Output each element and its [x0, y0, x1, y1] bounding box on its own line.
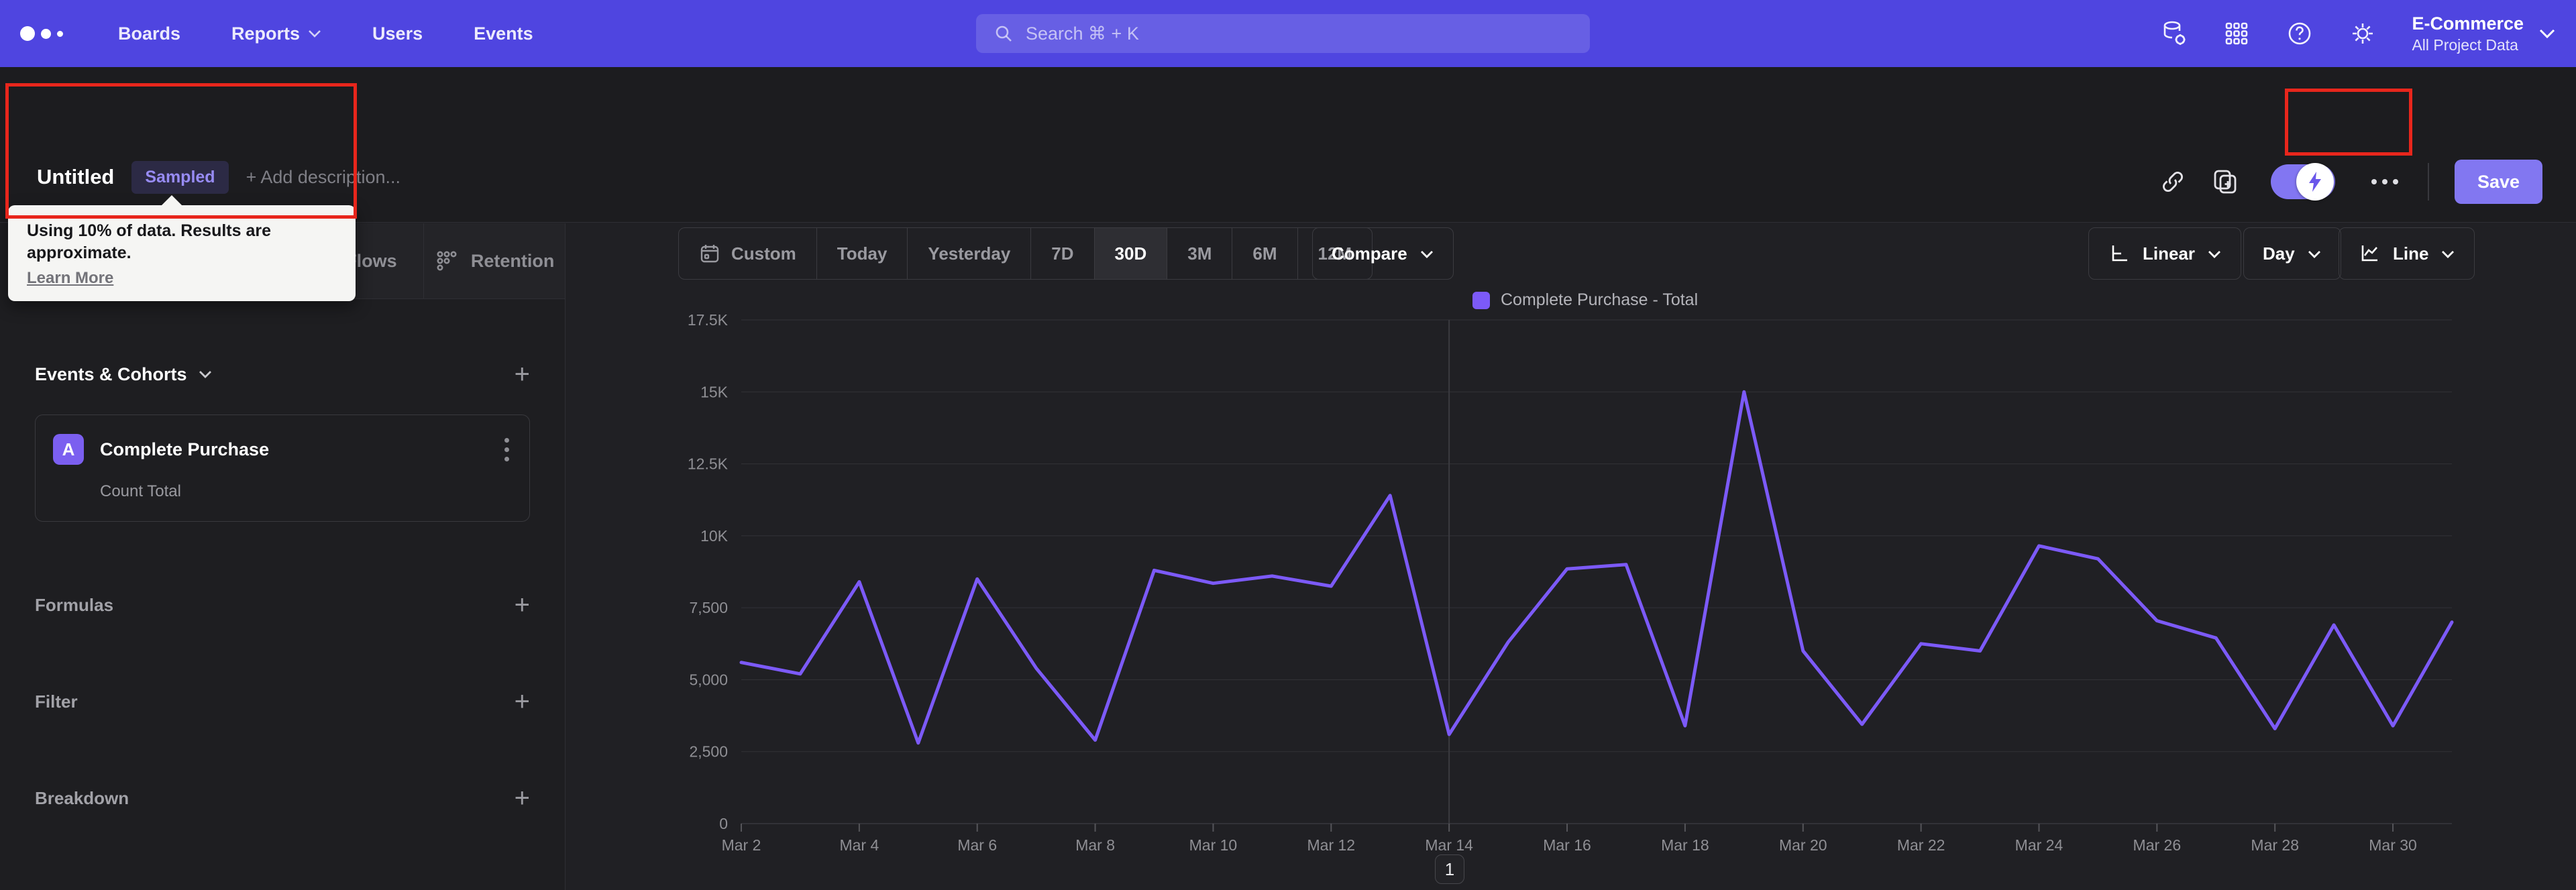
- data-management-icon[interactable]: [2159, 19, 2188, 48]
- save-button[interactable]: Save: [2454, 160, 2542, 204]
- report-header: Untitled Sampled + Add description... Sa…: [0, 67, 2576, 301]
- x-axis-tick: Mar 22: [1897, 836, 1945, 854]
- project-switcher[interactable]: E-Commerce All Project Data: [2412, 13, 2556, 55]
- mixpanel-insights-report: Boards Reports Users Events Search ⌘ + K E-…: [0, 0, 2576, 890]
- copy-report-icon[interactable]: [2212, 168, 2239, 195]
- nav-link-label: Users: [372, 23, 423, 44]
- more-options-button[interactable]: [2367, 175, 2402, 188]
- nav-link-events[interactable]: Events: [474, 23, 533, 44]
- header-actions: Save: [2159, 160, 2542, 204]
- events-cohorts-label: Events & Cohorts: [35, 364, 187, 384]
- add-formula-button[interactable]: +: [515, 592, 530, 618]
- add-description-field[interactable]: + Add description...: [246, 167, 400, 188]
- x-axis-tick: Mar 10: [1189, 836, 1238, 854]
- tab-retention[interactable]: Retention: [424, 223, 565, 299]
- global-search-input[interactable]: Search ⌘ + K: [976, 14, 1590, 53]
- tab-label: Retention: [470, 250, 555, 271]
- nav-link-label: Reports: [231, 23, 301, 44]
- chevron-down-icon: [309, 30, 321, 38]
- y-axis-tick: 7,500: [689, 599, 728, 616]
- header-divider: [2427, 163, 2429, 201]
- breakdown-section-label: Breakdown: [35, 787, 129, 808]
- add-filter-button[interactable]: +: [515, 688, 530, 715]
- event-metric[interactable]: Count Total: [100, 482, 512, 501]
- mixpanel-logo-icon[interactable]: [20, 26, 74, 41]
- page-number: 1: [1444, 858, 1455, 879]
- sampling-tooltip: Using 10% of data. Results are approxima…: [8, 195, 356, 301]
- x-axis-tick: Mar 6: [957, 836, 997, 854]
- top-navbar: Boards Reports Users Events Search ⌘ + K E-…: [0, 0, 2576, 67]
- x-axis-tick: Mar 2: [722, 836, 761, 854]
- add-breakdown-button[interactable]: +: [515, 785, 530, 812]
- x-axis-tick: Mar 28: [2251, 836, 2299, 854]
- apps-grid-icon[interactable]: [2222, 19, 2251, 48]
- event-series-badge: A: [53, 434, 84, 465]
- search-icon: [996, 25, 1012, 42]
- nav-link-users[interactable]: Users: [372, 23, 423, 44]
- sampled-badge[interactable]: Sampled: [131, 160, 229, 194]
- x-axis-tick: Mar 26: [2133, 836, 2182, 854]
- x-axis-tick: Mar 20: [1779, 836, 1827, 854]
- y-axis-tick: 15K: [700, 383, 729, 400]
- line-chart[interactable]: 0 2,500 5,000 7,500 10K 12.5K 15K 17.5K Mar 2 Mar…: [566, 223, 2576, 890]
- lightning-bolt-icon: [2308, 172, 2321, 192]
- x-axis-tick: Mar 24: [2015, 836, 2063, 854]
- add-event-button[interactable]: +: [515, 361, 530, 388]
- nav-link-boards[interactable]: Boards: [118, 23, 180, 44]
- project-name: E-Commerce: [2412, 13, 2524, 34]
- report-title[interactable]: Untitled: [37, 165, 114, 189]
- filter-section-label: Filter: [35, 691, 78, 712]
- y-axis-tick: 0: [719, 815, 728, 832]
- nav-link-label: Events: [474, 23, 533, 44]
- x-axis-tick: Mar 14: [1425, 836, 1473, 854]
- search-placeholder: Search ⌘ + K: [1026, 23, 1139, 44]
- chart-panel: Custom Today Yesterday 7D 30D 3M 6M 12M Compare…: [566, 223, 2576, 890]
- y-axis-tick: 2,500: [689, 743, 728, 761]
- y-axis-tick: 17.5K: [688, 311, 729, 329]
- copy-link-icon[interactable]: [2159, 168, 2186, 195]
- pagination-page-1[interactable]: 1: [1435, 854, 1464, 884]
- settings-gear-icon[interactable]: [2349, 19, 2377, 48]
- x-axis-tick: Mar 16: [1543, 836, 1591, 854]
- project-scope: All Project Data: [2412, 36, 2518, 54]
- nav-link-label: Boards: [118, 23, 181, 44]
- sampling-toggle[interactable]: [2270, 163, 2335, 201]
- x-axis-tick: Mar 12: [1307, 836, 1356, 854]
- help-icon[interactable]: [2286, 19, 2314, 48]
- nav-right-cluster: E-Commerce All Project Data: [2159, 0, 2556, 67]
- sidebar-body: Events & Cohorts + A Complete Purchase C…: [0, 299, 565, 890]
- query-sidebar: Insights Funnels Flows Retention Events …: [0, 223, 566, 890]
- event-name[interactable]: Complete Purchase: [100, 439, 269, 460]
- nav-links: Boards Reports Users Events: [118, 23, 533, 44]
- nav-link-reports[interactable]: Reports: [231, 23, 321, 44]
- chevron-down-icon: [199, 371, 211, 378]
- event-menu-button[interactable]: [502, 435, 512, 464]
- x-axis-tick: Mar 8: [1075, 836, 1115, 854]
- y-axis-tick: 10K: [700, 527, 729, 545]
- chevron-down-icon: [2539, 29, 2555, 39]
- x-axis-tick: Mar 4: [839, 836, 879, 854]
- series-complete-purchase[interactable]: [739, 390, 2454, 745]
- events-cohorts-header[interactable]: Events & Cohorts: [35, 364, 213, 385]
- x-axis-tick: Mar 18: [1661, 836, 1709, 854]
- sampling-toggle-thumb: [2296, 163, 2334, 201]
- learn-more-link[interactable]: Learn More: [27, 269, 113, 288]
- event-card[interactable]: A Complete Purchase Count Total: [35, 414, 530, 522]
- x-axis-tick: Mar 30: [2369, 836, 2417, 854]
- retention-icon: [437, 251, 457, 271]
- tooltip-text: Using 10% of data. Results are approxima…: [27, 221, 272, 262]
- formulas-section-label: Formulas: [35, 594, 114, 615]
- y-axis-tick: 5,000: [689, 671, 728, 688]
- y-axis-tick: 12.5K: [688, 455, 729, 473]
